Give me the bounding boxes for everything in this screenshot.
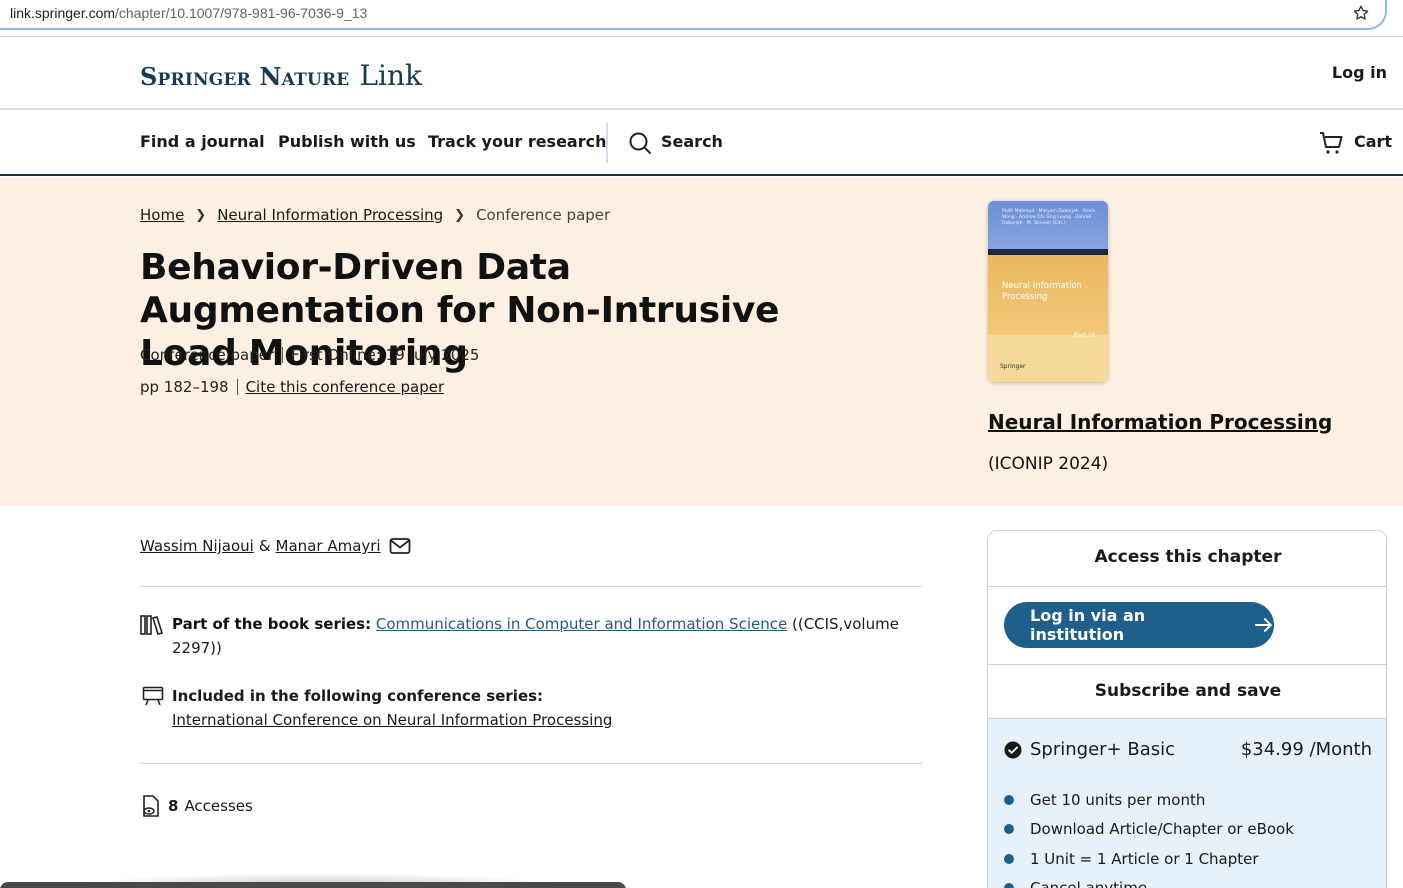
logo-suffix: Link — [359, 59, 423, 92]
meta-divider — [282, 347, 284, 363]
plan-row[interactable]: Springer+ Basic $34.99 /Month — [1004, 739, 1372, 760]
nav-publish-with-us[interactable]: Publish with us — [278, 132, 416, 151]
bullet-icon — [1004, 824, 1014, 835]
accesses-count: 8 — [168, 797, 179, 815]
list-item: Cancel anytime — [1004, 874, 1294, 888]
series-label: Part of the book series: — [172, 615, 372, 633]
list-item: 1 Unit = 1 Article or 1 Chapter — [1004, 844, 1294, 874]
feature-text: Cancel anytime — [1030, 879, 1147, 888]
paper-meta: Conference paper First Online: 19 July 2… — [140, 346, 479, 364]
check-circle-icon — [1004, 741, 1022, 758]
login-link[interactable]: Log in — [1332, 63, 1387, 82]
feature-text: Get 10 units per month — [1030, 790, 1206, 809]
book-conference: (ICONIP 2024) — [988, 454, 1109, 474]
mail-icon[interactable] — [389, 537, 411, 555]
nav-track-research[interactable]: Track your research — [428, 132, 607, 151]
access-panel: Access this chapter Log in via an instit… — [987, 530, 1387, 888]
author-link[interactable]: Manar Amayri — [276, 537, 381, 555]
feature-text: Download Article/Chapter or eBook — [1030, 820, 1294, 839]
breadcrumb-current: Conference paper — [476, 206, 611, 224]
cover-part: Part 16 — [1074, 332, 1096, 339]
url-path: /chapter/10.1007/978-981-96-7036-9_13 — [115, 5, 368, 21]
url-text[interactable]: link.springer.com/chapter/10.1007/978-98… — [10, 5, 367, 21]
logo-brand: Springer Nature — [140, 62, 350, 91]
bottom-overlay-bar — [0, 882, 626, 888]
url-host: link.springer.com — [10, 5, 116, 21]
page-range: pp 182–198 — [140, 378, 229, 396]
cover-publisher: Springer — [1000, 363, 1026, 370]
breadcrumb-home[interactable]: Home — [140, 206, 184, 224]
springer-nature-link-logo[interactable]: Springer Nature Link — [140, 59, 422, 92]
divider — [140, 586, 923, 587]
book-series: Part of the book series: Communications … — [140, 612, 900, 660]
nav-divider — [606, 123, 608, 163]
institution-login-button[interactable]: Log in via an institution — [1004, 602, 1274, 648]
search-icon[interactable] — [628, 131, 652, 155]
book-title-link[interactable]: Neural Information Processing — [988, 410, 1332, 434]
browser-url-bar: link.springer.com/chapter/10.1007/978-98… — [0, 0, 1403, 36]
cite-link[interactable]: Cite this conference paper — [246, 378, 445, 396]
books-icon — [140, 615, 164, 635]
conference-label: Included in the following conference ser… — [172, 687, 544, 705]
site-header: Springer Nature Link Log in — [0, 36, 1403, 110]
divider — [140, 763, 923, 764]
author-list: Wassim Nijaoui & Manar Amayri — [140, 537, 411, 555]
author-separator: & — [258, 537, 271, 555]
accesses-metric: 8 Accesses — [140, 794, 253, 818]
chevron-right-icon: ❯ — [454, 207, 466, 223]
subscribe-heading: Subscribe and save — [1094, 681, 1282, 701]
conference-series: Included in the following conference ser… — [140, 684, 900, 732]
feature-text: 1 Unit = 1 Article or 1 Chapter — [1030, 849, 1259, 868]
paper-type: Conference paper — [140, 346, 275, 364]
nav-cart[interactable]: Cart — [1354, 132, 1392, 151]
plan-price: $34.99 /Month — [1240, 739, 1372, 760]
institution-login-label: Log in via an institution — [1030, 606, 1146, 644]
bookmark-star-icon[interactable] — [1352, 4, 1370, 22]
panel-divider — [988, 586, 1386, 587]
paper-pages-row: pp 182–198 Cite this conference paper — [140, 378, 444, 396]
book-cover[interactable]: Mufti Mahmud · Maryam Doborjeh · Kevin W… — [988, 201, 1108, 382]
document-view-icon — [143, 795, 159, 817]
breadcrumb-book[interactable]: Neural Information Processing — [217, 206, 443, 224]
plan-name: Springer+ Basic — [1030, 739, 1176, 760]
bullet-icon — [1004, 794, 1014, 805]
cover-authors: Mufti Mahmud · Maryam Doborjeh · Kevin W… — [1002, 209, 1096, 226]
chevron-right-icon: ❯ — [195, 207, 207, 223]
list-item: Get 10 units per month — [1004, 785, 1294, 815]
cover-title: Neural Information Processing — [1002, 281, 1082, 302]
plan-features: Get 10 units per month Download Article/… — [1004, 785, 1294, 888]
series-link[interactable]: Communications in Computer and Informati… — [376, 615, 787, 633]
presentation-icon — [142, 686, 164, 706]
first-online: First Online: 19 July 2025 — [291, 346, 480, 364]
panel-divider — [988, 664, 1386, 665]
conference-link[interactable]: International Conference on Neural Infor… — [172, 711, 612, 729]
list-item: Download Article/Chapter or eBook — [1004, 815, 1294, 845]
arrow-right-icon — [1255, 618, 1273, 632]
bullet-icon — [1004, 883, 1014, 888]
meta-divider — [236, 379, 238, 395]
bullet-icon — [1004, 853, 1014, 864]
access-heading: Access this chapter — [1094, 547, 1282, 567]
chapter-hero: Home ❯ Neural Information Processing ❯ C… — [0, 178, 1403, 506]
nav-search[interactable]: Search — [661, 132, 723, 151]
breadcrumb: Home ❯ Neural Information Processing ❯ C… — [140, 206, 610, 224]
nav-find-journal[interactable]: Find a journal — [140, 132, 265, 151]
author-link[interactable]: Wassim Nijaoui — [140, 537, 254, 555]
main-nav: Find a journal Publish with us Track you… — [0, 110, 1403, 176]
cart-icon[interactable] — [1318, 130, 1344, 156]
accesses-label: Accesses — [184, 797, 253, 815]
